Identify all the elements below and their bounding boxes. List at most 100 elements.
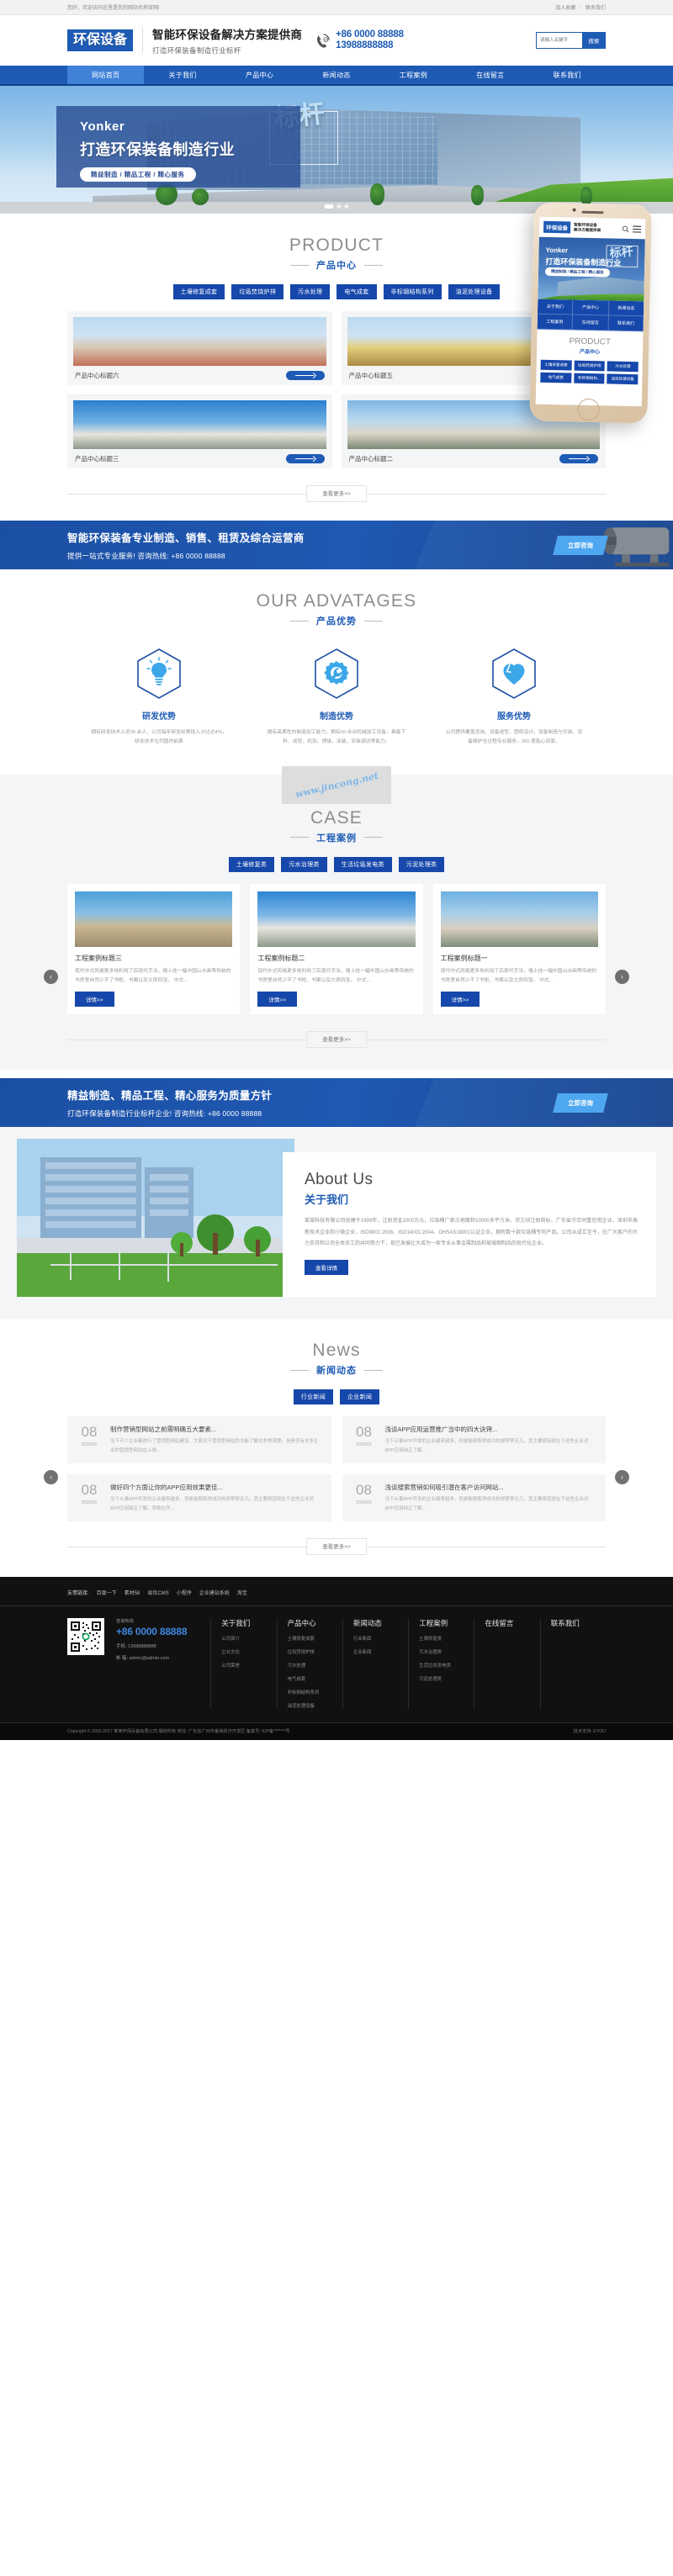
product-arrow-button[interactable] <box>285 371 325 380</box>
site-logo[interactable]: 环保设备 <box>67 29 134 52</box>
friend-link-1[interactable]: 素材58 <box>125 1589 140 1596</box>
hamburger-menu-icon[interactable] <box>633 225 642 233</box>
nav-item-2[interactable]: 产品中心 <box>221 66 298 84</box>
product-category-1[interactable]: 垃圾焚烧炉排 <box>231 284 284 299</box>
product-card[interactable]: 产品中心标题三 <box>67 394 332 468</box>
product-arrow-button[interactable] <box>285 454 325 463</box>
product-category-3[interactable]: 电气成套 <box>336 284 377 299</box>
case-detail-button[interactable]: 详情>> <box>257 992 297 1008</box>
news-item[interactable]: 08 2019/01 做好四个方面让你的APP应用效果更佳... 当下从事APP开发的… <box>67 1474 331 1521</box>
product-card[interactable]: 产品中心标题六 <box>67 311 332 385</box>
mobile-nav-item-1[interactable]: 产品中心 <box>573 299 609 316</box>
mobile-category-2[interactable]: 污水处理 <box>607 361 639 373</box>
mobile-nav-item-4[interactable]: 在线留言 <box>572 315 609 331</box>
mobile-nav-item-2[interactable]: 新闻动态 <box>608 300 644 317</box>
cta1-button[interactable]: 立即咨询 <box>553 535 608 555</box>
product-more-button[interactable]: 查看更多>> <box>306 485 367 502</box>
footer-column-heading[interactable]: 联系我们 <box>551 1618 606 1628</box>
product-category-2[interactable]: 污水处理 <box>290 284 331 299</box>
footer-link-1-0[interactable]: 土壤修复成套 <box>288 1635 342 1642</box>
footer-link-2-1[interactable]: 企业新闻 <box>353 1648 408 1655</box>
footer-link-3-3[interactable]: 污泥处理类 <box>419 1675 474 1682</box>
nav-item-3[interactable]: 新闻动态 <box>298 66 374 84</box>
friend-link-2[interactable]: 易优CMS <box>147 1589 168 1596</box>
case-category-1[interactable]: 污水治理类 <box>281 856 327 872</box>
product-arrow-button[interactable] <box>559 454 598 463</box>
hero-dot[interactable] <box>324 204 334 209</box>
footer-link-3-2[interactable]: 生活垃圾发电类 <box>419 1662 474 1669</box>
footer-link-1-5[interactable]: 油泥处理设备 <box>288 1702 342 1709</box>
case-prev-button[interactable]: ‹ <box>44 969 58 984</box>
news-item[interactable]: 08 2019/01 制作营销型网站之前需明确五大要素... 当下不少企业都进行了营销… <box>67 1416 331 1464</box>
news-next-button[interactable]: › <box>615 1470 629 1485</box>
nav-item-5[interactable]: 在线留言 <box>452 66 528 84</box>
mobile-category-5[interactable]: 油泥处理设备 <box>607 373 639 385</box>
footer-column-heading[interactable]: 工程案例 <box>419 1618 474 1628</box>
nav-item-1[interactable]: 关于我们 <box>144 66 220 84</box>
hero-dot[interactable] <box>344 204 349 209</box>
case-category-0[interactable]: 土壤修复类 <box>228 856 275 872</box>
mobile-category-4[interactable]: 非标钢结构... <box>573 373 605 384</box>
product-category-5[interactable]: 油泥处理设备 <box>448 284 501 299</box>
logo-divider <box>142 28 144 53</box>
footer-link-0-1[interactable]: 企业文化 <box>221 1648 276 1655</box>
footer-link-1-4[interactable]: 非标钢结构系列 <box>288 1689 342 1695</box>
footer-link-1-1[interactable]: 垃圾焚烧炉排 <box>288 1648 342 1655</box>
case-card[interactable]: 工程案例标题一 现代中式风格更多地利用了后现代手法，墙上挂一幅中国山水画等传统的书… <box>432 883 606 1015</box>
nav-item-0[interactable]: 网站首页 <box>67 66 145 84</box>
news-item[interactable]: 08 2019/01 浅谈搜索营销如何吸引潜在客户访问网站... 当下从事APP开发的… <box>342 1474 606 1521</box>
case-category-2[interactable]: 生活垃圾发电类 <box>333 856 392 872</box>
mobile-nav-item-0[interactable]: 关于我们 <box>537 299 574 315</box>
search-icon[interactable] <box>622 225 629 232</box>
news-title[interactable]: 做好四个方面让你的APP应用效果更佳... <box>110 1483 322 1492</box>
news-more-button[interactable]: 查看更多>> <box>306 1537 367 1555</box>
case-card[interactable]: 工程案例标题二 现代中式风格更多地利用了后现代手法，墙上挂一幅中国山水画等传统的书… <box>250 883 423 1015</box>
mobile-nav-item-3[interactable]: 工程案例 <box>537 314 574 331</box>
friend-link-0[interactable]: 百度一下 <box>97 1589 117 1596</box>
case-category-3[interactable]: 污泥处理类 <box>398 856 445 872</box>
footer-column-heading[interactable]: 在线留言 <box>485 1618 539 1628</box>
footer-link-0-0[interactable]: 公司简介 <box>221 1635 276 1642</box>
hero-slider-dots[interactable] <box>324 204 349 209</box>
news-item[interactable]: 08 2019/01 浅谈APP应用运营推广当中的四大诀窍... 当下从事APP开发的… <box>342 1416 606 1464</box>
footer-link-3-1[interactable]: 污水治理类 <box>419 1648 474 1655</box>
footer-column-heading[interactable]: 产品中心 <box>288 1618 342 1628</box>
footer-column-heading[interactable]: 新闻动态 <box>353 1618 408 1628</box>
cta2-button[interactable]: 立即咨询 <box>553 1092 608 1113</box>
hero-dot[interactable] <box>336 204 342 209</box>
news-title[interactable]: 浅谈APP应用运营推广当中的四大诀窍... <box>385 1425 597 1434</box>
friend-link-5[interactable]: 淘宝 <box>237 1589 247 1596</box>
footer-link-0-2[interactable]: 公司荣誉 <box>221 1662 276 1669</box>
product-category-4[interactable]: 非标钢结构系列 <box>383 284 442 299</box>
footer-link-3-0[interactable]: 土壤修复类 <box>419 1635 474 1642</box>
mobile-category-3[interactable]: 电气成套 <box>540 372 572 383</box>
news-title[interactable]: 制作营销型网站之前需明确五大要素... <box>110 1425 322 1434</box>
news-tab-0[interactable]: 行业新闻 <box>293 1389 333 1405</box>
footer-link-1-2[interactable]: 污水处理 <box>288 1662 342 1669</box>
about-detail-button[interactable]: 查看详情 <box>305 1259 348 1275</box>
friend-link-3[interactable]: 小程序 <box>177 1589 192 1596</box>
nav-item-4[interactable]: 工程案例 <box>375 66 452 84</box>
add-favorite-link[interactable]: 加入收藏 <box>555 3 575 11</box>
phone-home-button[interactable] <box>577 398 600 421</box>
case-detail-button[interactable]: 详情>> <box>75 992 114 1008</box>
contact-us-link[interactable]: 联系我们 <box>586 3 606 11</box>
case-more-button[interactable]: 查看更多>> <box>306 1031 367 1049</box>
case-card[interactable]: 工程案例标题三 现代中式风格更多地利用了后现代手法，墙上挂一幅中国山水画等传统的书… <box>67 883 241 1015</box>
case-detail-button[interactable]: 详情>> <box>440 992 480 1008</box>
footer-column-heading[interactable]: 关于我们 <box>221 1618 276 1628</box>
footer-link-1-3[interactable]: 电气成套 <box>288 1675 342 1682</box>
mobile-category-1[interactable]: 垃圾焚烧炉排 <box>574 360 606 372</box>
mobile-category-0[interactable]: 土壤修复成套 <box>540 359 572 371</box>
case-next-button[interactable]: › <box>615 969 629 984</box>
nav-item-6[interactable]: 联系我们 <box>529 66 606 84</box>
footer-link-2-0[interactable]: 行业新闻 <box>353 1635 408 1642</box>
news-tab-1[interactable]: 企业新闻 <box>340 1389 380 1405</box>
mobile-nav-item-5[interactable]: 联系我们 <box>608 315 644 332</box>
friend-link-4[interactable]: 企业建站系统 <box>199 1589 230 1596</box>
product-category-0[interactable]: 土壤修复成套 <box>172 284 225 299</box>
search-button[interactable]: 搜索 <box>582 32 606 49</box>
search-input[interactable] <box>536 32 582 49</box>
news-title[interactable]: 浅谈搜索营销如何吸引潜在客户访问网站... <box>385 1483 597 1492</box>
news-prev-button[interactable]: ‹ <box>44 1470 58 1485</box>
